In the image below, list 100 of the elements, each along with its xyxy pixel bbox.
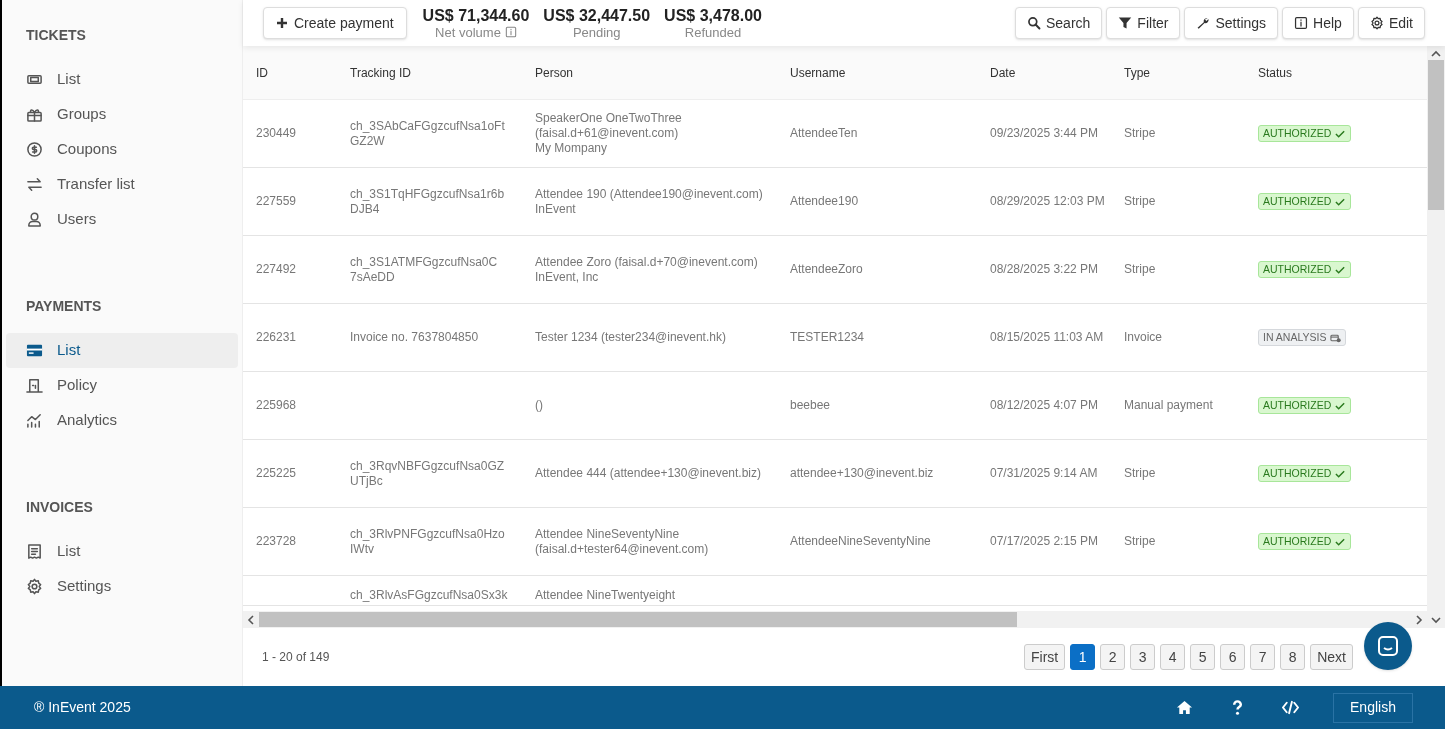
- status-badge: AUTHORIZED: [1258, 193, 1352, 210]
- column-header[interactable]: Status: [1258, 65, 1293, 80]
- page-button[interactable]: 6: [1220, 644, 1246, 670]
- sidebar-item[interactable]: List: [6, 333, 238, 368]
- toolbar-button[interactable]: Edit: [1357, 7, 1425, 39]
- check-icon: [1335, 196, 1347, 207]
- chevron-left-icon[interactable]: [247, 614, 255, 625]
- table-cell-text: 226231: [256, 330, 298, 345]
- table-cell-text: 225225: [256, 466, 298, 481]
- column-header[interactable]: Type: [1124, 65, 1150, 80]
- filter-icon: [1118, 16, 1133, 30]
- credit-card-icon: [26, 342, 43, 359]
- status-badge: AUTHORIZED: [1258, 125, 1352, 142]
- chevron-right-icon[interactable]: [1415, 614, 1423, 625]
- code-icon[interactable]: [1282, 699, 1299, 716]
- table-cell-text: Invoice: [1124, 330, 1164, 345]
- home-icon[interactable]: [1176, 699, 1193, 716]
- table-cell-text: Stripe: [1124, 126, 1157, 141]
- status-badge: AUTHORIZED: [1258, 465, 1352, 482]
- sidebar-item[interactable]: Coupons: [6, 132, 238, 167]
- page-button[interactable]: 3: [1130, 644, 1156, 670]
- section-heading: TICKETS: [25, 25, 87, 45]
- person-cell-text: Attendee 444 (attendee+130@inevent.biz): [535, 466, 762, 481]
- sidebar-item[interactable]: Transfer list: [6, 167, 238, 202]
- create-payment-button[interactable]: Create payment: [263, 7, 407, 39]
- stat-value: US$ 71,344.60: [422, 7, 530, 24]
- column-header[interactable]: Date: [990, 65, 1016, 80]
- table-cell-text: 08/15/2025 11:03 AM: [990, 330, 1105, 345]
- stat-value: US$ 32,447.50: [543, 7, 651, 24]
- table-cell-text: 230449: [256, 126, 298, 141]
- sidebar-item[interactable]: Settings: [6, 569, 238, 604]
- page-button[interactable]: Next: [1310, 644, 1353, 670]
- chat-bubble-icon[interactable]: [1377, 635, 1399, 657]
- table-cell-text: 08/28/2025 3:22 PM: [990, 262, 1100, 277]
- table-cell-text: 07/17/2025 2:15 PM: [990, 534, 1100, 549]
- table-cell-text: AttendeeNineSeventyNine: [790, 534, 932, 549]
- vertical-scrollbar[interactable]: [1427, 46, 1445, 628]
- sidebar-item[interactable]: List: [6, 534, 238, 569]
- scroll-down-icon[interactable]: [1431, 616, 1441, 624]
- check-icon: [1335, 536, 1347, 547]
- check-icon: [1335, 128, 1347, 139]
- horizontal-scrollbar[interactable]: [243, 611, 1427, 628]
- table-cell-text: ch_3S1ATMFGgzcufNsa0C 7sAeDD: [350, 254, 499, 285]
- sidebar-item[interactable]: Analytics: [6, 403, 238, 438]
- sidebar-item[interactable]: List: [6, 62, 238, 97]
- person-cell-text: Attendee 190 (Attendee190@inevent.com) InEvent: [535, 186, 764, 217]
- page-button[interactable]: 7: [1250, 644, 1276, 670]
- page-range: 1 - 20 of 149: [262, 649, 330, 666]
- scroll-thumb[interactable]: [259, 612, 1017, 627]
- page-button[interactable]: First: [1024, 644, 1066, 670]
- table-cell-text: beebee: [790, 398, 832, 413]
- table-cell-text: AttendeeZoro: [790, 262, 864, 277]
- stat-value: US$ 3,478.00: [664, 7, 762, 24]
- sidebar-item[interactable]: Policy: [6, 368, 238, 403]
- table-cell-text: ch_3RlvPNFGgzcufNsa0Hzo IWtv: [350, 526, 506, 557]
- table-cell-text: Stripe: [1124, 262, 1157, 277]
- table-cell-text: ch_3RqvNBFGgzcufNsa0GZ UTjBc: [350, 458, 506, 489]
- status-badge: AUTHORIZED: [1258, 533, 1352, 550]
- settings-icon: [1369, 16, 1384, 30]
- table-cell-text: ch_3S1TqHFGgzcufNsa1r6b DJB4: [350, 186, 506, 217]
- column-header[interactable]: Person: [535, 65, 574, 80]
- page-button[interactable]: 1: [1070, 644, 1096, 670]
- column-header[interactable]: ID: [256, 65, 268, 80]
- table-cell-text: 223728: [256, 534, 298, 549]
- language-selector[interactable]: English: [1333, 692, 1413, 723]
- table-cell-text: 225968: [256, 398, 298, 413]
- table-cell-text: 227492: [256, 262, 298, 277]
- table-cell-text: Stripe: [1124, 534, 1157, 549]
- stat-label: Refunded: [684, 25, 742, 39]
- page-button[interactable]: 5: [1190, 644, 1216, 670]
- toolbar-button[interactable]: Settings: [1184, 7, 1279, 39]
- column-header[interactable]: Tracking ID: [350, 65, 411, 80]
- check-icon: [1335, 264, 1347, 275]
- table-cell-text: ch_3RlvAsFGgzcufNsa0Sx3k: [350, 588, 509, 603]
- column-header[interactable]: Username: [790, 65, 846, 80]
- page-button[interactable]: 2: [1100, 644, 1126, 670]
- status-badge: AUTHORIZED: [1258, 261, 1352, 278]
- section-heading: INVOICES: [25, 497, 94, 517]
- sidebar-item[interactable]: Groups: [6, 97, 238, 132]
- dollar-coin-icon: [26, 141, 43, 158]
- scroll-thumb[interactable]: [1428, 60, 1444, 210]
- toolbar-button[interactable]: Search: [1015, 7, 1103, 39]
- scroll-up-icon[interactable]: [1431, 50, 1441, 58]
- check-icon: [1335, 400, 1347, 411]
- page-button[interactable]: 4: [1160, 644, 1186, 670]
- toolbar-button[interactable]: Filter: [1106, 7, 1181, 39]
- plus-icon: [276, 17, 288, 29]
- user-icon: [26, 211, 43, 228]
- table-cell-text: TESTER1234: [790, 330, 866, 345]
- chat-button[interactable]: [1364, 622, 1412, 670]
- sidebar-item[interactable]: Users: [6, 202, 238, 237]
- table-cell-text: 08/29/2025 12:03 PM: [990, 194, 1106, 209]
- gift-icon: [26, 106, 43, 123]
- table-cell-text: Stripe: [1124, 466, 1157, 481]
- toolbar-button[interactable]: Help: [1282, 7, 1354, 39]
- page-button[interactable]: 8: [1280, 644, 1306, 670]
- section-heading: PAYMENTS: [25, 296, 103, 316]
- table-cell-text: AttendeeTen: [790, 126, 859, 141]
- info-icon: [504, 26, 517, 38]
- person-cell-text: Attendee Zoro (faisal.d+70@inevent.com) InEvent, Inc: [535, 254, 759, 285]
